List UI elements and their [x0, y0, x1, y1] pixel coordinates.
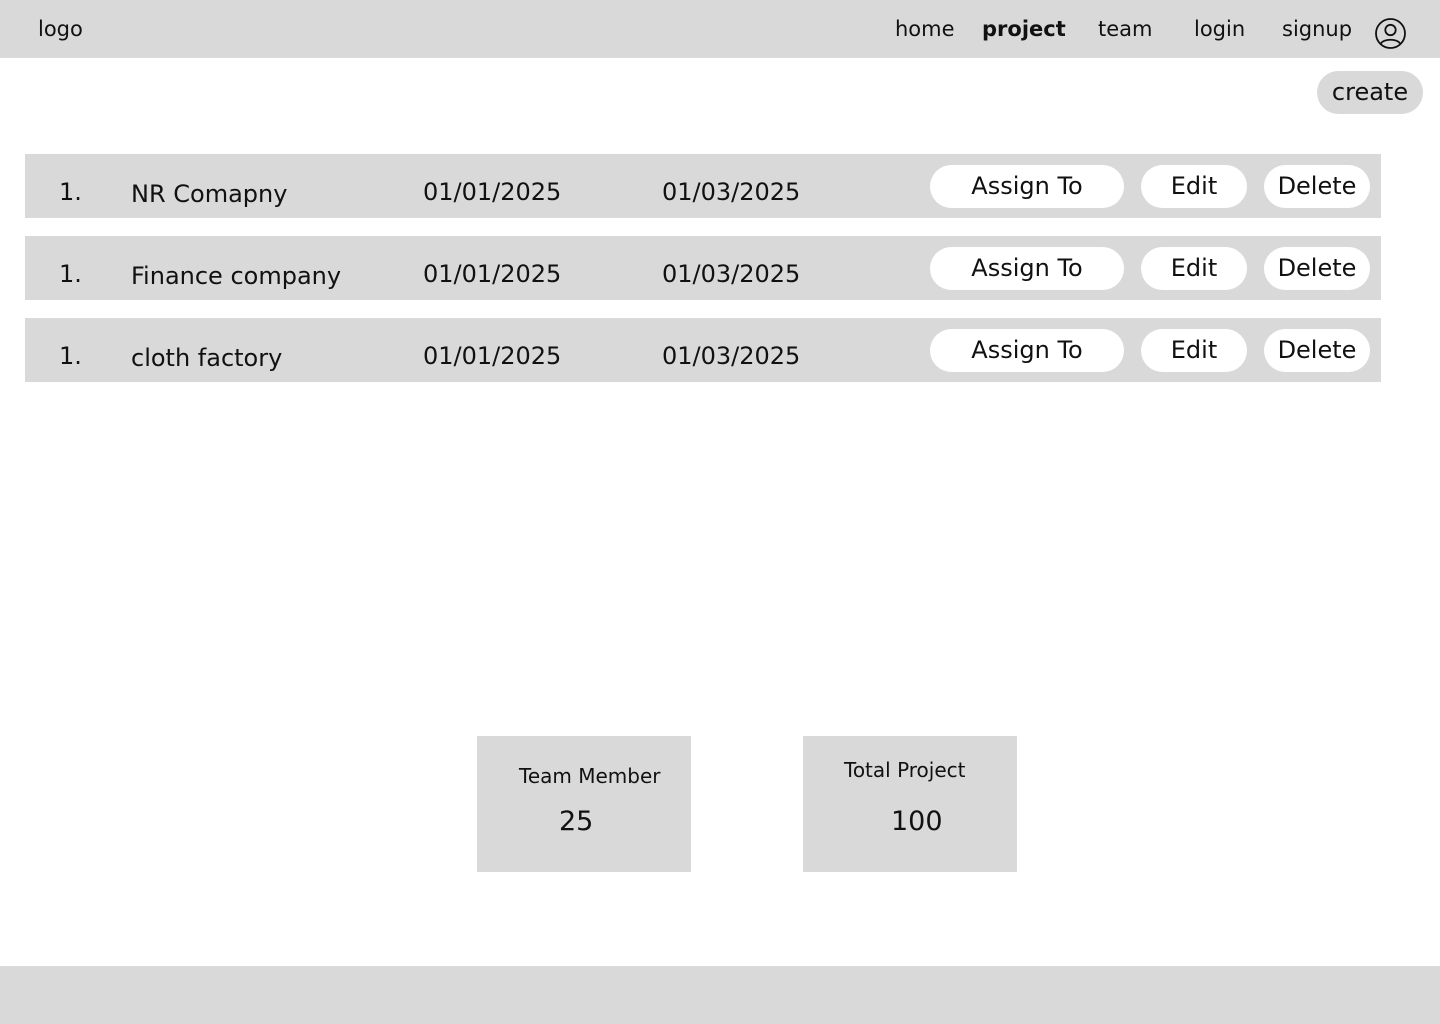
- project-end-date: 01/03/2025: [662, 178, 801, 206]
- assign-to-button[interactable]: Assign To: [930, 329, 1124, 372]
- project-end-date: 01/03/2025: [662, 342, 801, 370]
- project-name: cloth factory: [131, 344, 283, 372]
- nav-login[interactable]: login: [1194, 17, 1245, 41]
- user-circle-icon[interactable]: [1374, 17, 1407, 50]
- total-project-count: 100: [891, 806, 943, 837]
- project-index: 1.: [59, 260, 82, 288]
- total-project-stat-card: Total Project 100: [803, 736, 1017, 872]
- project-start-date: 01/01/2025: [423, 342, 562, 370]
- project-index: 1.: [59, 342, 82, 370]
- team-member-count: 25: [559, 806, 594, 837]
- project-start-date: 01/01/2025: [423, 178, 562, 206]
- team-member-stat-card: Team Member 25: [477, 736, 691, 872]
- project-index: 1.: [59, 178, 82, 206]
- footer: [0, 966, 1440, 1024]
- nav-team[interactable]: team: [1098, 17, 1152, 41]
- project-name: NR Comapny: [131, 180, 288, 208]
- logo[interactable]: logo: [38, 17, 83, 41]
- create-project-button[interactable]: create: [1317, 71, 1423, 114]
- total-project-label: Total Project: [844, 758, 966, 782]
- project-row: 1. NR Comapny 01/01/2025 01/03/2025 Assi…: [25, 154, 1381, 218]
- project-row: 1. Finance company 01/01/2025 01/03/2025…: [25, 236, 1381, 300]
- assign-to-button[interactable]: Assign To: [930, 165, 1124, 208]
- nav-home[interactable]: home: [895, 17, 955, 41]
- edit-button[interactable]: Edit: [1141, 329, 1247, 372]
- assign-to-button[interactable]: Assign To: [930, 247, 1124, 290]
- nav-project[interactable]: project: [982, 17, 1066, 41]
- project-row: 1. cloth factory 01/01/2025 01/03/2025 A…: [25, 318, 1381, 382]
- project-name: Finance company: [131, 262, 342, 290]
- top-navigation-bar: logo home project team login signup: [0, 0, 1440, 58]
- delete-button[interactable]: Delete: [1264, 329, 1370, 372]
- project-start-date: 01/01/2025: [423, 260, 562, 288]
- project-end-date: 01/03/2025: [662, 260, 801, 288]
- nav-signup[interactable]: signup: [1282, 17, 1352, 41]
- team-member-label: Team Member: [519, 764, 661, 788]
- edit-button[interactable]: Edit: [1141, 247, 1247, 290]
- delete-button[interactable]: Delete: [1264, 165, 1370, 208]
- edit-button[interactable]: Edit: [1141, 165, 1247, 208]
- page: logo home project team login signup crea…: [0, 0, 1440, 1024]
- delete-button[interactable]: Delete: [1264, 247, 1370, 290]
